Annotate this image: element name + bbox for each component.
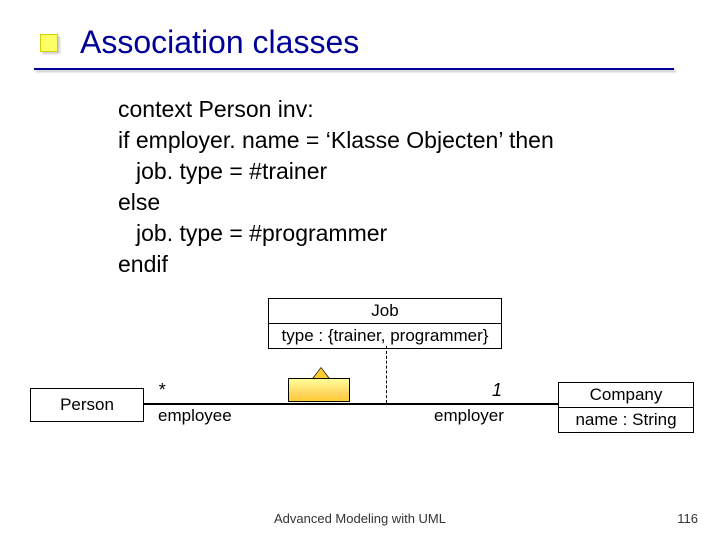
class-job-attr: type : {trainer, programmer} [269, 324, 501, 348]
arrow-icon [288, 378, 350, 402]
class-person: Person [30, 388, 144, 422]
code-line: endif [118, 249, 554, 280]
role-right: employer [434, 406, 504, 426]
class-job: Job type : {trainer, programmer} [268, 298, 502, 349]
code-line: if employer. name = ‘Klasse Objecten’ th… [118, 125, 554, 156]
slide-title-row: Association classes [40, 24, 359, 61]
class-company-attr: name : String [559, 408, 693, 432]
role-left: employee [158, 406, 232, 426]
multiplicity-left: * [158, 380, 165, 401]
class-company-name: Company [559, 383, 693, 408]
code-line: job. type = #programmer [118, 218, 387, 249]
association-class-link [386, 346, 387, 403]
ocl-code-block: context Person inv: if employer. name = … [118, 94, 554, 280]
code-line: job. type = #trainer [118, 156, 327, 187]
page-number: 116 [677, 511, 698, 526]
association-line [144, 403, 558, 405]
code-line: else [118, 187, 554, 218]
code-line: context Person inv: [118, 94, 554, 125]
class-job-name: Job [269, 299, 501, 324]
uml-diagram: Job type : {trainer, programmer} Person … [0, 296, 720, 506]
multiplicity-right: 1 [492, 380, 502, 401]
class-company: Company name : String [558, 382, 694, 433]
slide-title: Association classes [80, 24, 359, 61]
title-bullet-icon [40, 34, 58, 52]
title-underline [34, 68, 674, 70]
class-person-name: Person [60, 395, 114, 414]
footer-text: Advanced Modeling with UML [0, 511, 720, 526]
